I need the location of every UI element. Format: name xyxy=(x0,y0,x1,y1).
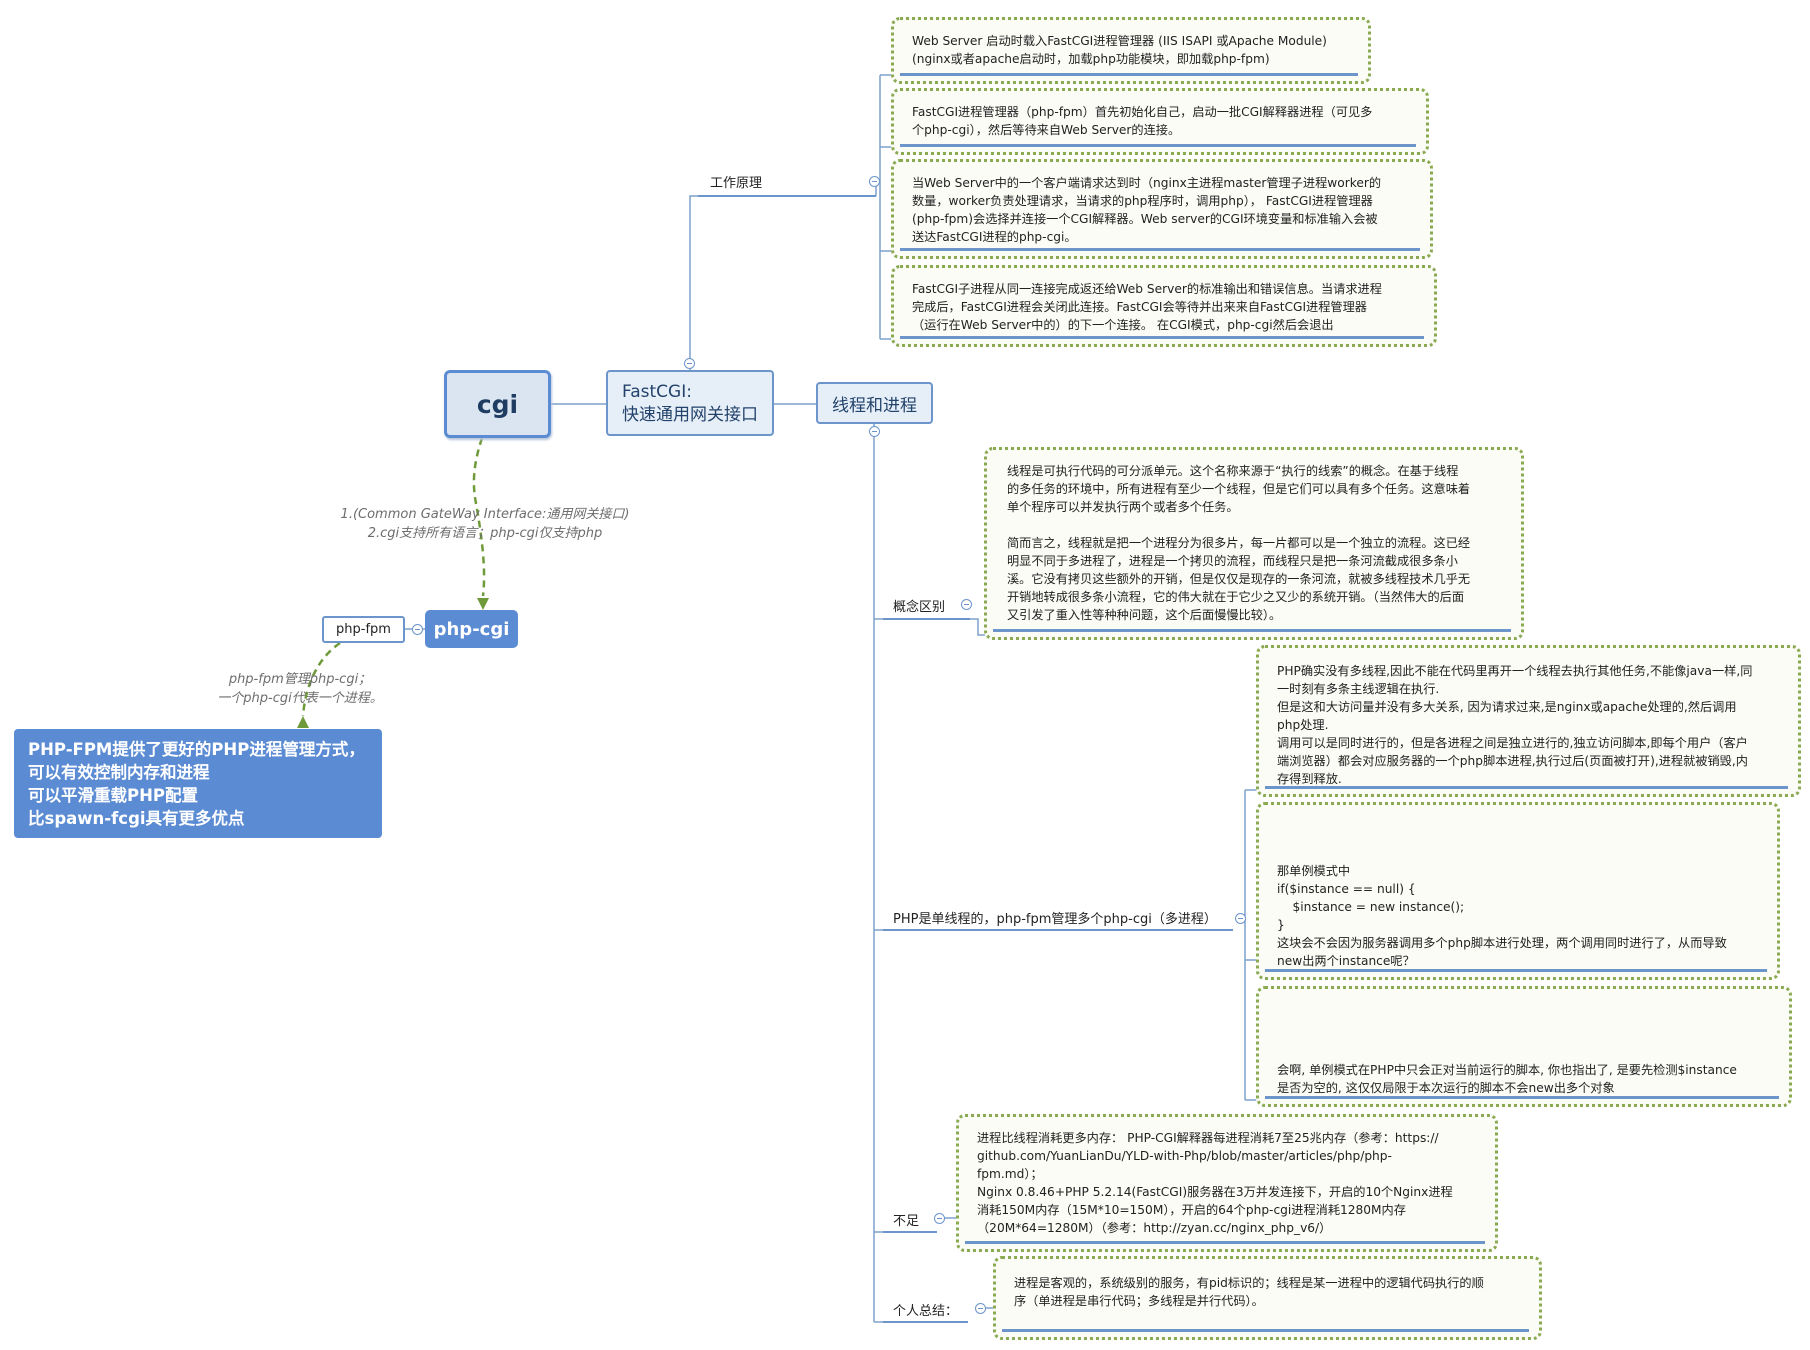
note-personal-summary: 进程是客观的，系统级别的服务，有pid标识的；线程是某一进程中的逻辑代码执行的顺… xyxy=(993,1256,1542,1340)
note-text: FastCGI子进程从同一连接完成返还给Web Server的标准输出和错误信息… xyxy=(912,282,1382,332)
benefit-line: PHP-FPM提供了更好的PHP进程管理方式， xyxy=(28,740,365,759)
note-text: 线程是可执行代码的可分派单元。这个名称来源于“执行的线索”的概念。在基于线程 的… xyxy=(1007,464,1471,622)
note-text: Web Server 启动时载入FastCGI进程管理器 (IIS ISAPI … xyxy=(912,34,1327,66)
fastcgi-title: FastCGI: xyxy=(622,382,692,402)
collapse-toggle[interactable] xyxy=(684,358,695,369)
note-php-single-thread-2: 那单例模式中 if($instance == null) { $instance… xyxy=(1256,802,1780,980)
note-concept-difference: 线程是可执行代码的可分派单元。这个名称来源于“执行的线索”的概念。在基于线程 的… xyxy=(984,447,1524,640)
branch-php-single-thread[interactable]: PHP是单线程的，php-fpm管理多个php-cgi（多进程） xyxy=(893,908,1217,927)
benefit-line: 比spawn-fcgi具有更多优点 xyxy=(28,809,245,828)
relation-line: php-fpm管理php-cgi； xyxy=(228,672,372,687)
collapse-toggle[interactable] xyxy=(869,426,880,437)
note-working-principle-3: 当Web Server中的一个客户端请求达到时（nginx主进程master管理… xyxy=(891,159,1433,259)
relation-line: 一个php-cgi代表一个进程。 xyxy=(217,691,383,706)
benefit-line: 可以平滑重载PHP配置 xyxy=(28,786,198,805)
note-working-principle-4: FastCGI子进程从同一连接完成返还给Web Server的标准输出和错误信息… xyxy=(891,265,1437,347)
thread-process-node[interactable]: 线程和进程 xyxy=(816,382,933,424)
collapse-toggle[interactable] xyxy=(412,624,423,635)
note-text: 会啊, 单例模式在PHP中只会正对当前运行的脚本, 你也指出了, 是要先检测$i… xyxy=(1277,1063,1737,1095)
note-php-single-thread-3: 会啊, 单例模式在PHP中只会正对当前运行的脚本, 你也指出了, 是要先检测$i… xyxy=(1256,986,1792,1107)
fpm-relation-label: php-fpm管理php-cgi； 一个php-cgi代表一个进程。 xyxy=(200,670,400,708)
php-cgi-node[interactable]: php-cgi xyxy=(425,610,518,648)
collapse-toggle[interactable] xyxy=(975,1303,986,1314)
fastcgi-subtitle: 快速通用网关接口 xyxy=(622,405,758,425)
note-text: PHP确实没有多线程,因此不能在代码里再开一个线程去执行其他任务,不能像java… xyxy=(1277,664,1753,786)
note-text: 进程是客观的，系统级别的服务，有pid标识的；线程是某一进程中的逻辑代码执行的顺… xyxy=(1014,1276,1484,1308)
note-text: FastCGI进程管理器（php-fpm）首先初始化自己，启动一批CGI解释器进… xyxy=(912,105,1373,137)
note-text: 当Web Server中的一个客户端请求达到时（nginx主进程master管理… xyxy=(912,176,1382,244)
note-text: 那单例模式中 if($instance == null) { $instance… xyxy=(1277,864,1727,968)
cgi-relation-label: 1.(Common GateWay Interface:通用网关接口) 2.cg… xyxy=(330,505,640,543)
collapse-toggle[interactable] xyxy=(869,176,880,187)
note-shortcoming: 进程比线程消耗更多内存： PHP-CGI解释器每进程消耗7至25兆内存（参考：h… xyxy=(956,1114,1498,1252)
relation-line: 1.(Common GateWay Interface:通用网关接口) xyxy=(340,507,630,522)
relation-line: 2.cgi支持所有语言；php-cgi仅支持php xyxy=(367,526,603,541)
note-php-single-thread-1: PHP确实没有多线程,因此不能在代码里再开一个线程去执行其他任务,不能像java… xyxy=(1256,645,1801,797)
benefit-line: 可以有效控制内存和进程 xyxy=(28,763,210,782)
collapse-toggle[interactable] xyxy=(934,1213,945,1224)
note-working-principle-2: FastCGI进程管理器（php-fpm）首先初始化自己，启动一批CGI解释器进… xyxy=(891,88,1429,155)
branch-personal-summary[interactable]: 个人总结： xyxy=(893,1300,958,1319)
note-text: 进程比线程消耗更多内存： PHP-CGI解释器每进程消耗7至25兆内存（参考：h… xyxy=(977,1131,1453,1235)
note-working-principle-1: Web Server 启动时载入FastCGI进程管理器 (IIS ISAPI … xyxy=(891,17,1371,84)
collapse-toggle[interactable] xyxy=(961,599,972,610)
php-fpm-benefits-node[interactable]: PHP-FPM提供了更好的PHP进程管理方式， 可以有效控制内存和进程 可以平滑… xyxy=(14,729,382,838)
branch-concept-difference[interactable]: 概念区别 xyxy=(893,596,945,615)
fastcgi-node[interactable]: FastCGI: 快速通用网关接口 xyxy=(606,370,774,436)
branch-working-principle[interactable]: 工作原理 xyxy=(710,172,762,191)
collapse-toggle[interactable] xyxy=(1235,913,1246,924)
cgi-central-node[interactable]: cgi xyxy=(444,370,551,438)
branch-shortcoming[interactable]: 不足 xyxy=(893,1210,919,1229)
php-fpm-node[interactable]: php-fpm xyxy=(322,616,405,643)
